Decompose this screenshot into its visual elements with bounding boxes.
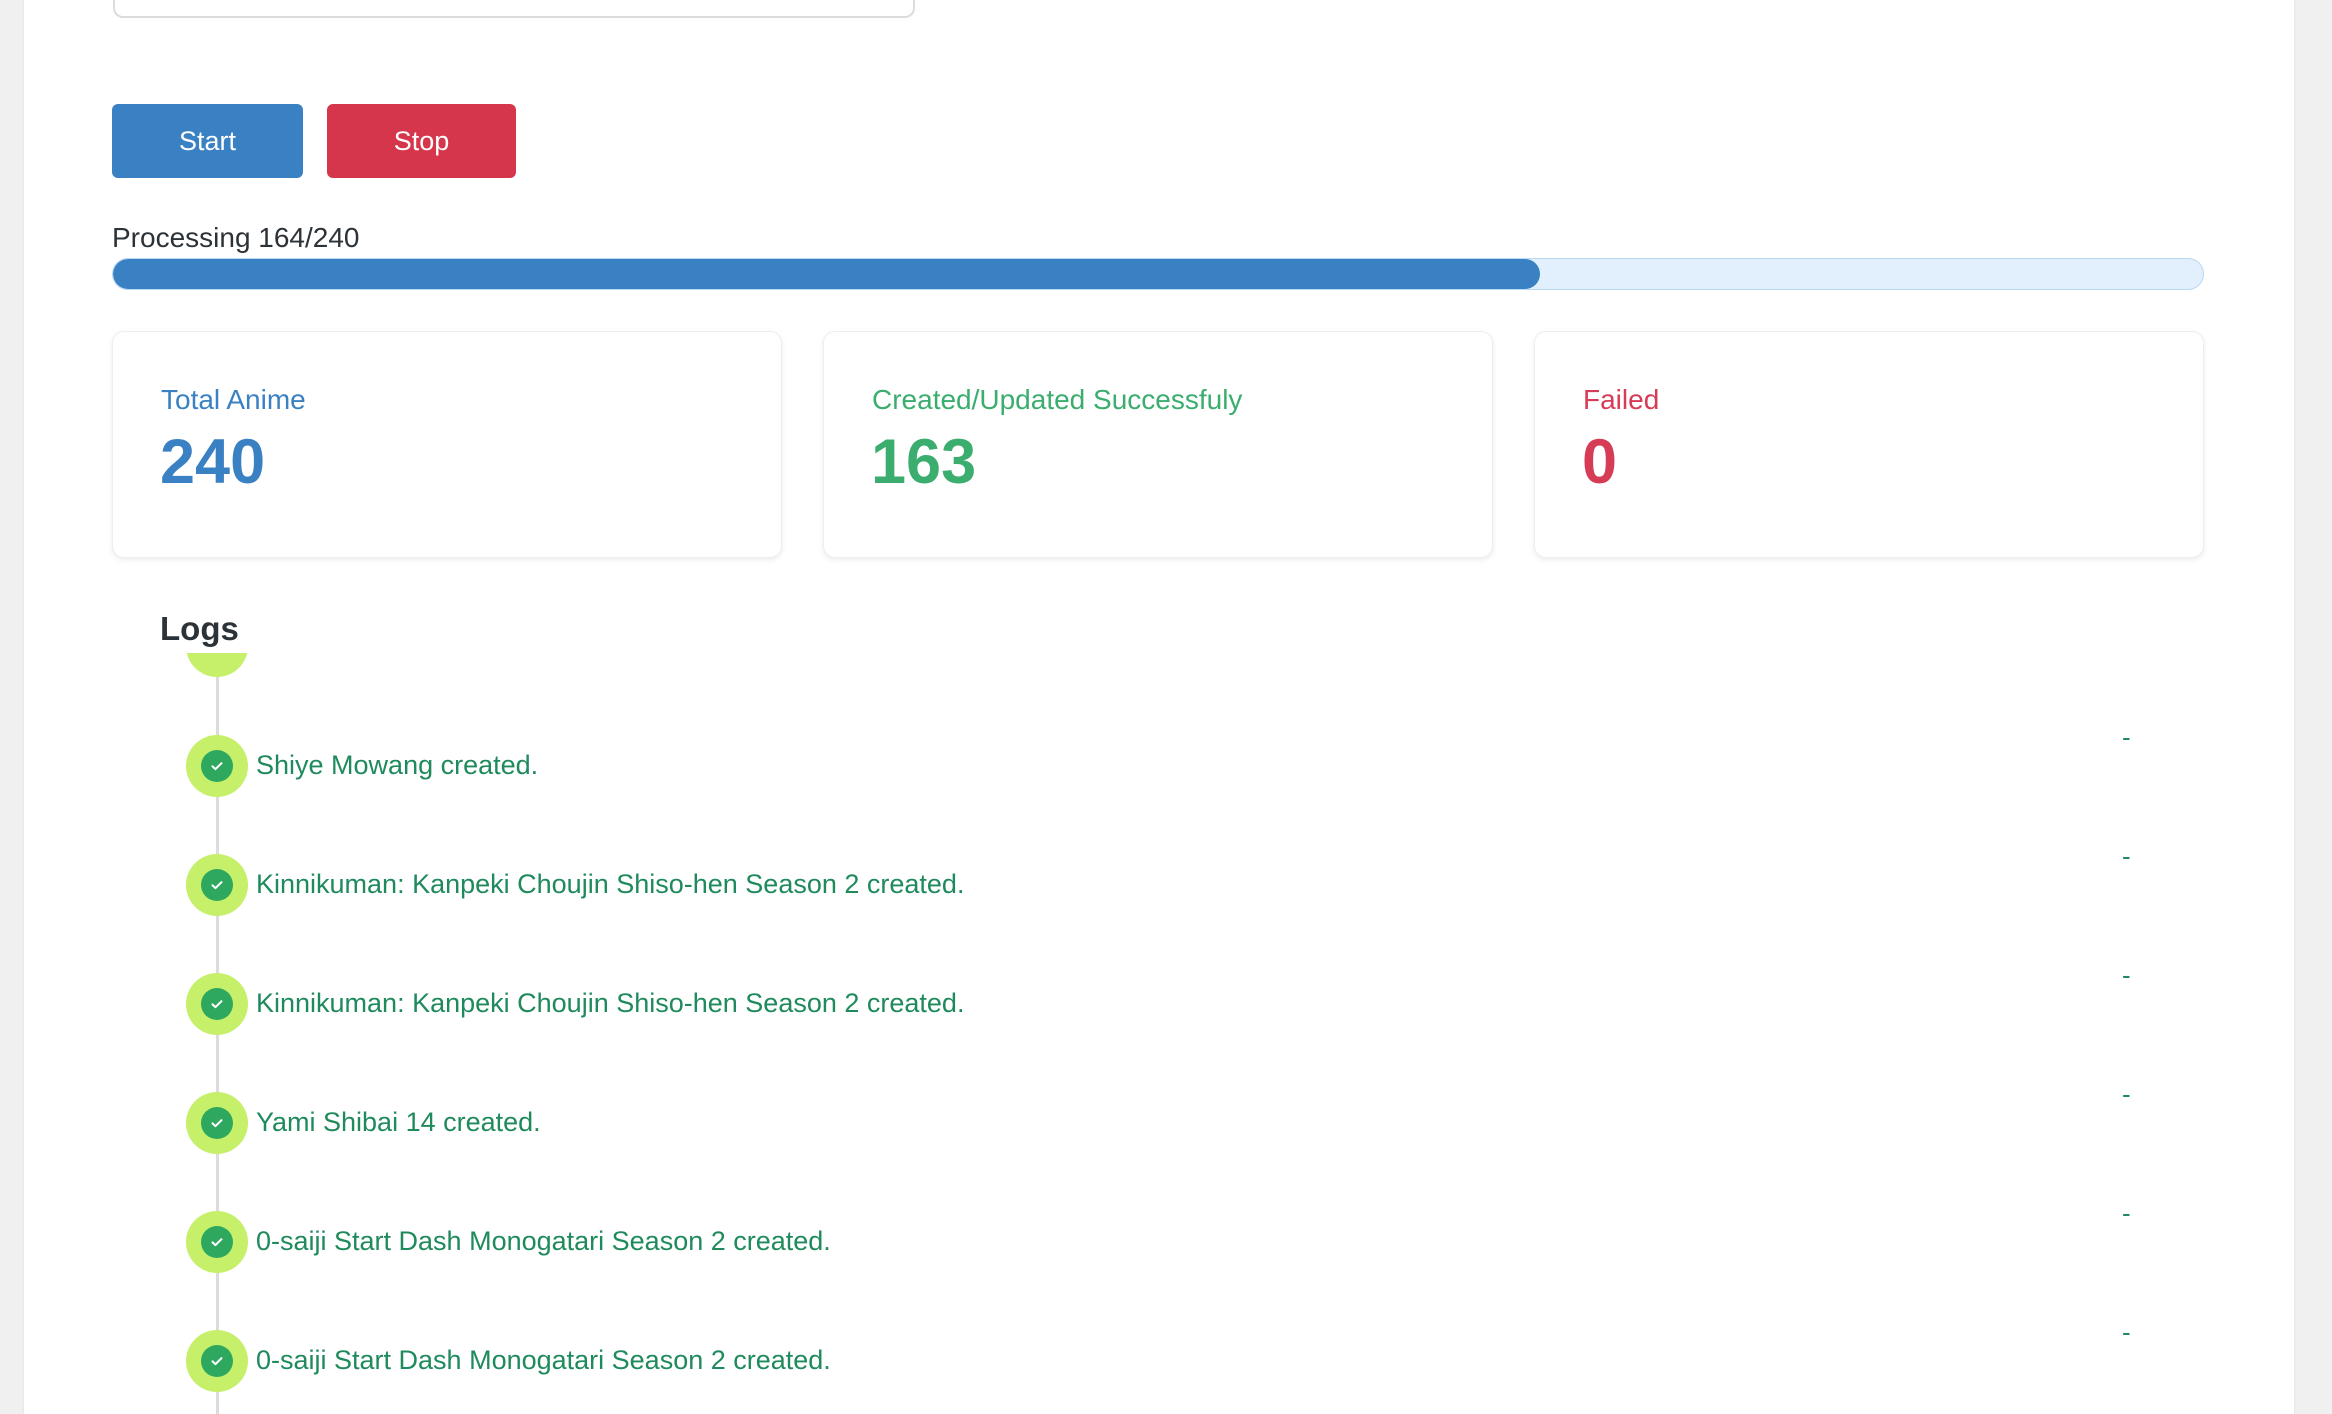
log-message: Yami Shibai 14 created. [256,1107,541,1137]
stop-button[interactable]: Stop [327,104,516,178]
check-circle-icon [201,750,233,782]
log-status-marker [186,1092,248,1154]
stat-card-failed: Failed 0 [1534,331,2204,558]
stat-failed-value: 0 [1582,427,1618,497]
log-message: 0-saiji Start Dash Monogatari Season 2 c… [256,1226,831,1256]
log-status-marker [186,735,248,797]
log-time: - [2122,722,2131,752]
stat-total-label: Total Anime [161,384,306,415]
stat-card-total: Total Anime 240 [112,331,782,558]
check-circle-icon [201,869,233,901]
timeline-dot-partial [186,653,248,677]
log-item: Kinnikuman: Kanpeki Choujin Shiso-hen Se… [112,841,2204,934]
log-message: Shiye Mowang created. [256,750,539,780]
stat-total-value: 240 [160,427,266,497]
log-status-marker [186,854,248,916]
log-status-marker [186,1211,248,1273]
progress-bar [112,258,2204,290]
stat-success-value: 163 [871,427,977,497]
stat-success-label: Created/Updated Successfuly [872,384,1243,415]
logs-timeline[interactable]: Shiye Mowang created. - Kinnikuman: Kanp… [112,653,2204,1414]
log-item: Shiye Mowang created. - [112,722,2204,815]
log-message: 0-saiji Start Dash Monogatari Season 2 c… [256,1345,831,1375]
progress-label: Processing 164/240 [112,222,360,253]
check-circle-icon [201,1345,233,1377]
check-circle-icon [201,1226,233,1258]
text-input-partial[interactable] [113,0,915,18]
log-item: Yami Shibai 14 created. - [112,1079,2204,1172]
stat-card-success: Created/Updated Successfuly 163 [823,331,1493,558]
log-message: Kinnikuman: Kanpeki Choujin Shiso-hen Se… [256,869,965,899]
start-button[interactable]: Start [112,104,303,178]
check-circle-icon [201,1107,233,1139]
importer-panel: Start Stop Processing 164/240 Total Anim… [24,0,2294,1414]
log-time: - [2122,960,2131,990]
log-message: Kinnikuman: Kanpeki Choujin Shiso-hen Se… [256,988,965,1018]
log-time: - [2122,1079,2131,1109]
check-circle-icon [201,988,233,1020]
logs-title: Logs [160,610,239,647]
log-item: Kinnikuman: Kanpeki Choujin Shiso-hen Se… [112,960,2204,1053]
stat-failed-label: Failed [1583,384,1660,415]
log-time: - [2122,841,2131,871]
log-time: - [2122,1317,2131,1347]
log-status-marker [186,973,248,1035]
log-item: 0-saiji Start Dash Monogatari Season 2 c… [112,1198,2204,1291]
progress-bar-fill [113,259,1541,289]
log-time: - [2122,1198,2131,1228]
log-status-marker [186,1330,248,1392]
log-item: 0-saiji Start Dash Monogatari Season 2 c… [112,1317,2204,1410]
